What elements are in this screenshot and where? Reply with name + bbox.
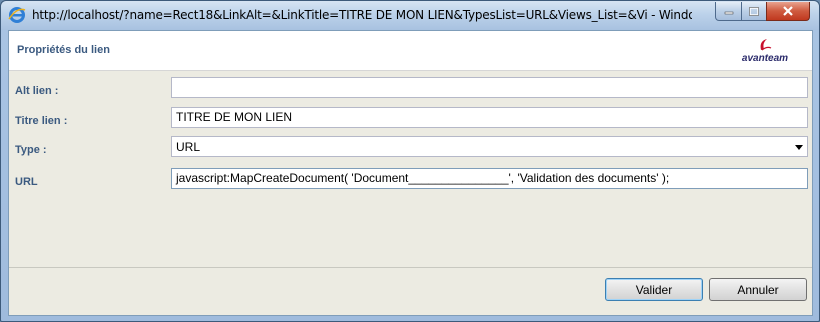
cancel-button[interactable]: Annuler <box>709 278 807 301</box>
maximize-icon <box>749 6 759 16</box>
dialog-header: Propriétés du lien avanteam <box>9 31 812 71</box>
dropdown-arrow-icon[interactable] <box>795 145 803 150</box>
logo-text: avanteam <box>741 53 789 64</box>
dialog-client-area: Propriétés du lien avanteam Alt lien : T… <box>8 30 813 316</box>
url-label: URL <box>15 176 38 188</box>
alt-input[interactable] <box>171 77 808 98</box>
avanteam-logo: avanteam <box>733 37 797 65</box>
url-row: URL javascript:MapCreateDocument( 'Docum… <box>9 168 812 196</box>
type-select[interactable]: URL <box>171 136 808 157</box>
dialog-footer: Valider Annuler <box>9 267 812 315</box>
alt-row: Alt lien : <box>9 77 812 105</box>
internet-explorer-icon <box>8 7 26 23</box>
validate-button[interactable]: Valider <box>605 278 703 301</box>
type-row: Type : URL <box>9 136 812 164</box>
titre-input[interactable]: TITRE DE MON LIEN <box>171 107 808 128</box>
dialog-window: http://localhost/?name=Rect18&LinkAlt=&L… <box>0 0 820 322</box>
type-select-value: URL <box>176 140 201 154</box>
type-label: Type : <box>15 144 47 156</box>
minimize-button[interactable] <box>715 2 742 21</box>
url-input[interactable]: javascript:MapCreateDocument( 'Document_… <box>171 168 808 189</box>
titre-label: Titre lien : <box>15 115 68 127</box>
alt-label: Alt lien : <box>15 85 59 97</box>
close-button[interactable] <box>766 2 810 21</box>
titre-row: Titre lien : TITRE DE MON LIEN <box>9 107 812 135</box>
minimize-icon <box>724 11 733 15</box>
avanteam-swirl-icon <box>760 39 772 51</box>
dialog-title: Propriétés du lien <box>17 44 110 56</box>
title-bar[interactable]: http://localhost/?name=Rect18&LinkAlt=&L… <box>1 1 819 30</box>
close-icon <box>783 6 793 16</box>
maximize-button[interactable] <box>741 2 767 21</box>
window-title: http://localhost/?name=Rect18&LinkAlt=&L… <box>32 8 692 22</box>
